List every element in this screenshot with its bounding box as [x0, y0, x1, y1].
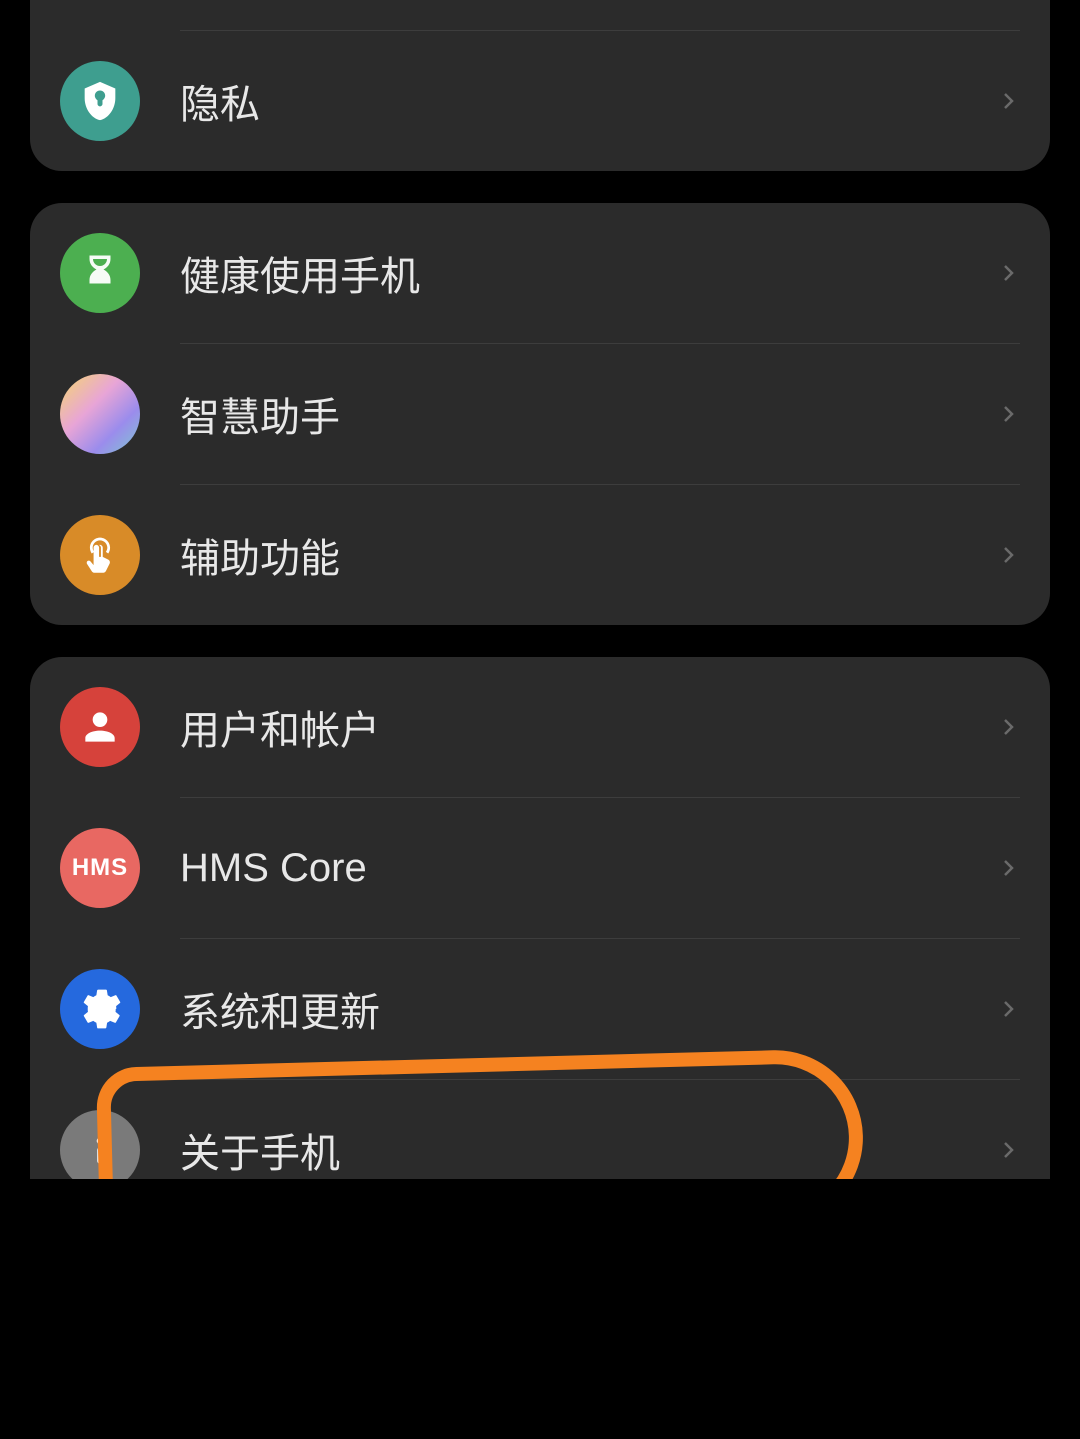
- settings-item-users-accounts[interactable]: 用户和帐户: [30, 657, 1050, 797]
- item-label: 辅助功能: [180, 526, 340, 584]
- settings-item-privacy[interactable]: 隐私: [30, 31, 1050, 171]
- item-label: 健康使用手机: [180, 244, 420, 302]
- item-label: 隐私: [180, 72, 260, 130]
- chevron-right-icon: [996, 856, 1020, 880]
- privacy-shield-icon: [60, 61, 140, 141]
- settings-item-security[interactable]: [30, 0, 1050, 30]
- settings-group-security-privacy: 隐私: [30, 0, 1050, 171]
- chevron-right-icon: [996, 715, 1020, 739]
- hms-text-icon: HMS: [60, 828, 140, 908]
- settings-item-accessibility[interactable]: 辅助功能: [30, 485, 1050, 625]
- item-label: 智慧助手: [180, 385, 340, 443]
- item-label: 用户和帐户: [180, 698, 380, 756]
- chevron-right-icon: [996, 89, 1020, 113]
- chevron-right-icon: [996, 1138, 1020, 1162]
- person-icon: [60, 687, 140, 767]
- item-label: HMS Core: [180, 846, 367, 891]
- chevron-right-icon: [996, 402, 1020, 426]
- chevron-right-icon: [996, 543, 1020, 567]
- settings-group-features: 健康使用手机 智慧助手 辅助功能: [30, 203, 1050, 625]
- hourglass-icon: [60, 233, 140, 313]
- settings-item-system-update[interactable]: 系统和更新: [30, 939, 1050, 1079]
- settings-group-system: 用户和帐户 HMS HMS Core 系统和更新 关于手机: [30, 657, 1050, 1220]
- info-icon: [60, 1110, 140, 1190]
- settings-item-digital-balance[interactable]: 健康使用手机: [30, 203, 1050, 343]
- settings-item-hms-core[interactable]: HMS HMS Core: [30, 798, 1050, 938]
- settings-item-smart-assistant[interactable]: 智慧助手: [30, 344, 1050, 484]
- bottom-crop: [0, 1179, 1080, 1359]
- item-label: 关于手机: [180, 1121, 340, 1179]
- item-label: 系统和更新: [180, 980, 380, 1038]
- touch-icon: [60, 515, 140, 595]
- wave-icon: [60, 374, 140, 454]
- gear-icon: [60, 969, 140, 1049]
- chevron-right-icon: [996, 997, 1020, 1021]
- chevron-right-icon: [996, 261, 1020, 285]
